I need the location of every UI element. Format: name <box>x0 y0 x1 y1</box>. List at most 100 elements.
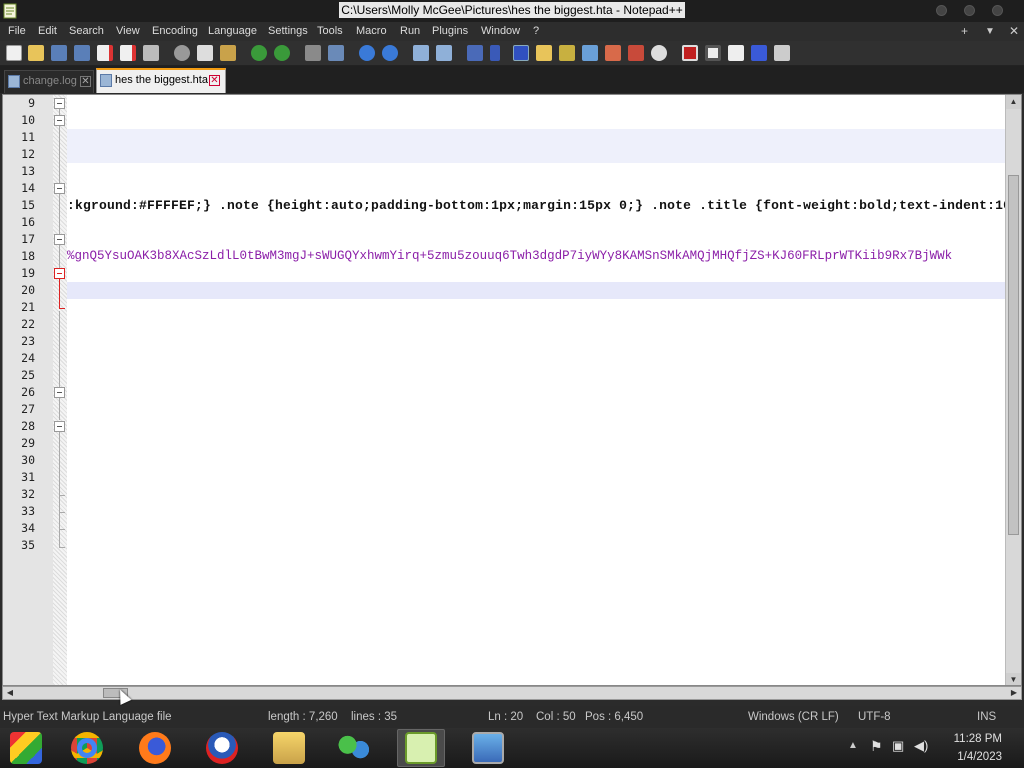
scroll-down-icon[interactable]: ▼ <box>1006 673 1021 685</box>
clock-date[interactable]: 1/4/2023 <box>957 751 1002 763</box>
menu-plugins[interactable]: Plugins <box>432 25 468 38</box>
show-hidden-icons-icon[interactable]: ▲ <box>848 740 858 751</box>
menu-file[interactable]: File <box>8 25 26 38</box>
save-macro-icon[interactable] <box>774 45 790 61</box>
function-list-icon[interactable] <box>582 45 598 61</box>
fold-toggle-icon[interactable] <box>54 387 65 398</box>
redo-icon[interactable] <box>274 45 290 61</box>
show-all-characters-icon[interactable] <box>490 45 500 61</box>
zoom-out-icon[interactable] <box>382 45 398 61</box>
replace-icon[interactable] <box>328 45 344 61</box>
mosaic-app-icon[interactable] <box>10 732 42 764</box>
fold-toggle-icon[interactable] <box>54 183 65 194</box>
save-all-icon[interactable] <box>74 45 90 61</box>
network-users-icon[interactable] <box>338 732 370 764</box>
menu-run[interactable]: Run <box>400 25 420 38</box>
clock-time[interactable]: 11:28 PM <box>954 733 1002 745</box>
chrome-icon[interactable] <box>71 732 103 764</box>
tab-change-log[interactable]: change.log ✕ <box>4 70 94 93</box>
fold-line <box>59 194 60 236</box>
action-center-flag-icon[interactable]: ⚑ <box>870 738 883 755</box>
scroll-left-icon[interactable]: ◀ <box>3 687 17 699</box>
vertical-scroll-thumb[interactable] <box>1008 175 1019 535</box>
fold-toggle-icon[interactable] <box>54 268 65 279</box>
line-number: 29 <box>21 436 35 450</box>
new-tab-plus-icon[interactable]: + <box>961 24 968 38</box>
tab-hes-the-biggest[interactable]: hes the biggest.hta ✕ <box>96 68 226 93</box>
open-file-icon[interactable] <box>28 45 44 61</box>
tab-close-icon[interactable]: ✕ <box>80 76 91 87</box>
obama-logo-icon[interactable] <box>206 732 238 764</box>
folder-as-workspace-icon[interactable] <box>605 45 621 61</box>
copy-icon[interactable] <box>197 45 213 61</box>
menu-macro[interactable]: Macro <box>356 25 387 38</box>
code-line-15[interactable]: :kground:#FFFFEF;} .note {height:auto;pa… <box>67 197 1007 214</box>
indent-guide-icon[interactable] <box>513 45 529 61</box>
line-number: 12 <box>21 147 35 161</box>
close-document-icon[interactable]: ✕ <box>1009 24 1019 38</box>
menu-window[interactable]: Window <box>481 25 520 38</box>
fold-toggle-icon[interactable] <box>54 115 65 126</box>
fold-toggle-icon[interactable] <box>54 98 65 109</box>
maximize-button[interactable] <box>964 5 975 16</box>
line-number: 19 <box>21 266 35 280</box>
menu-view[interactable]: View <box>116 25 140 38</box>
stop-macro-icon[interactable] <box>705 45 721 61</box>
menu-help[interactable]: ? <box>533 25 539 38</box>
status-insert-mode[interactable]: INS <box>977 706 996 728</box>
fold-line <box>59 279 60 309</box>
menu-edit[interactable]: Edit <box>38 25 57 38</box>
fold-toggle-icon[interactable] <box>54 234 65 245</box>
status-eol-format[interactable]: Windows (CR LF) <box>748 706 839 728</box>
network-icon[interactable]: ▣ <box>892 738 904 754</box>
notepad-plus-plus-icon[interactable] <box>405 732 437 764</box>
volume-icon[interactable]: ◀) <box>914 738 928 754</box>
print-icon[interactable] <box>143 45 159 61</box>
find-icon[interactable] <box>305 45 321 61</box>
word-wrap-icon[interactable] <box>467 45 483 61</box>
define-language-icon[interactable] <box>536 45 552 61</box>
scroll-right-icon[interactable]: ▶ <box>1007 687 1021 699</box>
tab-list-dropdown-icon[interactable]: ▼ <box>985 26 995 37</box>
monitoring-eye-icon[interactable] <box>651 45 667 61</box>
file-explorer-icon[interactable] <box>273 732 305 764</box>
fold-toggle-icon[interactable] <box>54 421 65 432</box>
close-all-icon[interactable] <box>120 45 136 61</box>
menu-tools[interactable]: Tools <box>317 25 343 38</box>
menu-encoding[interactable]: Encoding <box>152 25 198 38</box>
menu-bar: File Edit Search View Encoding Language … <box>0 22 1024 41</box>
paste-icon[interactable] <box>220 45 236 61</box>
firefox-icon[interactable] <box>139 732 171 764</box>
toolbar <box>0 41 1024 66</box>
fold-end-tick <box>59 547 65 548</box>
status-encoding[interactable]: UTF-8 <box>858 706 891 728</box>
save-icon[interactable] <box>51 45 67 61</box>
new-file-icon[interactable] <box>6 45 22 61</box>
menu-search[interactable]: Search <box>69 25 104 38</box>
code-line-18[interactable]: %gnQ5YsuOAK3b8XAcSzLdlL0tBwM3mgJ+sWUGQYx… <box>67 248 1007 265</box>
record-macro-icon[interactable] <box>682 45 698 61</box>
close-button[interactable] <box>992 5 1003 16</box>
tab-close-icon[interactable]: ✕ <box>209 75 220 86</box>
undo-icon[interactable] <box>251 45 267 61</box>
run-macro-multiple-icon[interactable] <box>751 45 767 61</box>
line-number: 10 <box>21 113 35 127</box>
sync-horizontal-icon[interactable] <box>436 45 452 61</box>
project-panel-icon[interactable] <box>628 45 644 61</box>
menu-settings[interactable]: Settings <box>268 25 308 38</box>
minimize-button[interactable] <box>936 5 947 16</box>
vertical-scrollbar[interactable]: ▲ ▼ <box>1005 95 1021 685</box>
doc-map-icon[interactable] <box>559 45 575 61</box>
menu-language[interactable]: Language <box>208 25 257 38</box>
sync-vertical-icon[interactable] <box>413 45 429 61</box>
text-editor[interactable]: 9 10 11 12 13 14 15 16 17 18 19 20 21 22… <box>2 94 1022 686</box>
play-macro-icon[interactable] <box>728 45 744 61</box>
line-number: 21 <box>21 300 35 314</box>
scroll-up-icon[interactable]: ▲ <box>1006 95 1021 109</box>
zoom-in-icon[interactable] <box>359 45 375 61</box>
cut-icon[interactable] <box>174 45 190 61</box>
horizontal-scrollbar[interactable]: ◀ ▶ <box>2 686 1022 700</box>
close-file-icon[interactable] <box>97 45 113 61</box>
status-bar: Hyper Text Markup Language file length :… <box>0 706 1024 728</box>
computer-app-icon[interactable] <box>472 732 504 764</box>
